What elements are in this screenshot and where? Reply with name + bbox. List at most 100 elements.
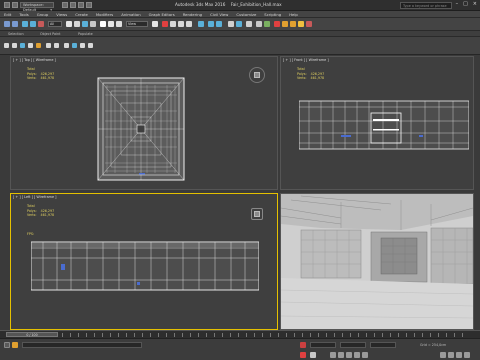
tool-icon-1[interactable] xyxy=(4,43,9,48)
tool-icon-8[interactable] xyxy=(64,43,69,48)
polys-label: Polys: xyxy=(27,208,37,213)
curve-editor-icon[interactable] xyxy=(256,21,262,27)
timeline[interactable]: 0 / 100 xyxy=(0,330,480,338)
menu-animation[interactable]: Animation xyxy=(117,11,144,17)
bind-space-warp-icon[interactable] xyxy=(38,21,44,27)
redo-icon[interactable] xyxy=(86,2,92,8)
undo-icon[interactable] xyxy=(12,2,18,8)
a360-render-icon[interactable] xyxy=(306,21,312,27)
rendered-frame-window-icon[interactable] xyxy=(290,21,296,27)
lock-selection-icon[interactable] xyxy=(300,342,306,348)
set-key-icon[interactable] xyxy=(310,352,316,358)
menu-group[interactable]: Group xyxy=(33,11,53,17)
tool-icon-9[interactable] xyxy=(72,43,77,48)
redo-button-icon[interactable] xyxy=(12,21,18,27)
align-icon[interactable] xyxy=(216,21,222,27)
mirror-icon[interactable] xyxy=(208,21,214,27)
unlink-icon[interactable] xyxy=(30,21,36,27)
menu-create[interactable]: Create xyxy=(71,11,92,17)
tool-icon-4[interactable] xyxy=(28,43,33,48)
tool-icon-7[interactable] xyxy=(54,43,59,48)
tool-icon-3[interactable] xyxy=(20,43,25,48)
viewport-perspective[interactable] xyxy=(280,193,474,330)
auto-key-icon[interactable] xyxy=(300,352,306,358)
search-placeholder: Type a keyword or phrase xyxy=(403,4,447,8)
menu-scripting[interactable]: Scripting xyxy=(260,11,285,17)
menu-tools[interactable]: Tools xyxy=(15,11,32,17)
pan-icon[interactable] xyxy=(448,352,454,358)
menu-help[interactable]: Help xyxy=(285,11,302,17)
menu-modifiers[interactable]: Modifiers xyxy=(92,11,117,17)
move-icon[interactable] xyxy=(100,21,106,27)
minimize-icon[interactable]: – xyxy=(456,1,459,7)
spinner-snap-icon[interactable] xyxy=(186,21,192,27)
layer-explorer-icon[interactable] xyxy=(236,21,242,27)
timeline-ticks[interactable] xyxy=(62,333,470,337)
viewport-front[interactable]: [ + ] [ Front ] [ Wireframe ] Total Poly… xyxy=(280,56,474,190)
percent-snap-icon[interactable] xyxy=(178,21,184,27)
play-icon[interactable] xyxy=(346,352,352,358)
tool-icon-10[interactable] xyxy=(80,43,85,48)
perspective-render xyxy=(281,194,473,329)
menu-rendering[interactable]: Rendering xyxy=(179,11,206,17)
viewport-left[interactable]: [ + ] [ Left ] [ Wireframe ] Total Polys… xyxy=(10,193,278,330)
render-production-icon[interactable] xyxy=(298,21,304,27)
coord-y-field[interactable] xyxy=(340,342,366,348)
menu-civil-view[interactable]: Civil View xyxy=(206,11,232,17)
close-icon[interactable]: × xyxy=(473,1,477,7)
maximize-icon[interactable]: □ xyxy=(463,1,468,7)
schematic-view-icon[interactable] xyxy=(264,21,270,27)
menu-edit[interactable]: Edit xyxy=(0,11,15,17)
link-icon[interactable] xyxy=(22,21,28,27)
next-frame-icon[interactable] xyxy=(354,352,360,358)
previous-frame-icon[interactable] xyxy=(338,352,344,358)
undo-button-icon[interactable] xyxy=(4,21,10,27)
app-logo-icon[interactable] xyxy=(4,2,10,8)
select-object-icon[interactable] xyxy=(66,21,72,27)
snaps-toggle-icon[interactable] xyxy=(162,21,168,27)
open-file-icon[interactable] xyxy=(70,2,76,8)
tool-icon-5[interactable] xyxy=(36,43,41,48)
coord-x-field[interactable] xyxy=(310,342,336,348)
maxscript-listener-icon[interactable] xyxy=(4,342,10,348)
go-to-end-icon[interactable] xyxy=(362,352,368,358)
angle-snap-icon[interactable] xyxy=(170,21,176,27)
material-editor-icon[interactable] xyxy=(274,21,280,27)
pivot-point-icon[interactable] xyxy=(152,21,158,27)
selection-filter-dropdown[interactable]: All xyxy=(48,21,62,27)
ribbon-toggle-icon[interactable] xyxy=(246,21,252,27)
go-to-start-icon[interactable] xyxy=(330,352,336,358)
reference-coordinate-dropdown[interactable]: View xyxy=(126,21,148,27)
menu-views[interactable]: Views xyxy=(52,11,71,17)
window-crossing-icon[interactable] xyxy=(90,21,96,27)
tool-icon-2[interactable] xyxy=(12,43,17,48)
time-slider[interactable]: 0 / 100 xyxy=(6,332,58,337)
maximize-viewport-icon[interactable] xyxy=(464,352,470,358)
new-file-icon[interactable] xyxy=(62,2,68,8)
menu-customize[interactable]: Customize xyxy=(232,11,260,17)
viewport-top[interactable]: [ + ] [ Top ] [ Wireframe ] Total Polys:… xyxy=(10,56,278,190)
menu-graph-editors[interactable]: Graph Editors xyxy=(145,11,179,17)
viewcube-icon[interactable] xyxy=(251,208,263,220)
viewport-left-label[interactable]: [ + ] [ Left ] [ Wireframe ] xyxy=(13,195,56,199)
tool-icon-11[interactable] xyxy=(88,43,93,48)
search-input[interactable]: Type a keyword or phrase xyxy=(400,2,452,9)
select-by-name-icon[interactable] xyxy=(74,21,80,27)
scene-explorer-icon[interactable] xyxy=(228,21,234,27)
zoom-icon[interactable] xyxy=(440,352,446,358)
status-bar: Grid = 254,0cm xyxy=(0,338,480,360)
named-selection-icon[interactable] xyxy=(198,21,204,27)
rectangular-selection-icon[interactable] xyxy=(82,21,88,27)
top-wireframe-plan xyxy=(97,77,185,181)
scale-icon[interactable] xyxy=(116,21,122,27)
save-icon[interactable] xyxy=(78,2,84,8)
rotate-icon[interactable] xyxy=(108,21,114,27)
workspace-dropdown[interactable]: Workspace: Default ▾ xyxy=(20,2,54,12)
orbit-icon[interactable] xyxy=(456,352,462,358)
viewcube-icon[interactable] xyxy=(249,67,265,83)
viewport-top-label[interactable]: [ + ] [ Top ] [ Wireframe ] xyxy=(13,58,56,62)
tool-icon-6[interactable] xyxy=(46,43,51,48)
coord-z-field[interactable] xyxy=(370,342,396,348)
render-setup-icon[interactable] xyxy=(282,21,288,27)
viewport-front-label[interactable]: [ + ] [ Front ] [ Wireframe ] xyxy=(283,58,329,62)
